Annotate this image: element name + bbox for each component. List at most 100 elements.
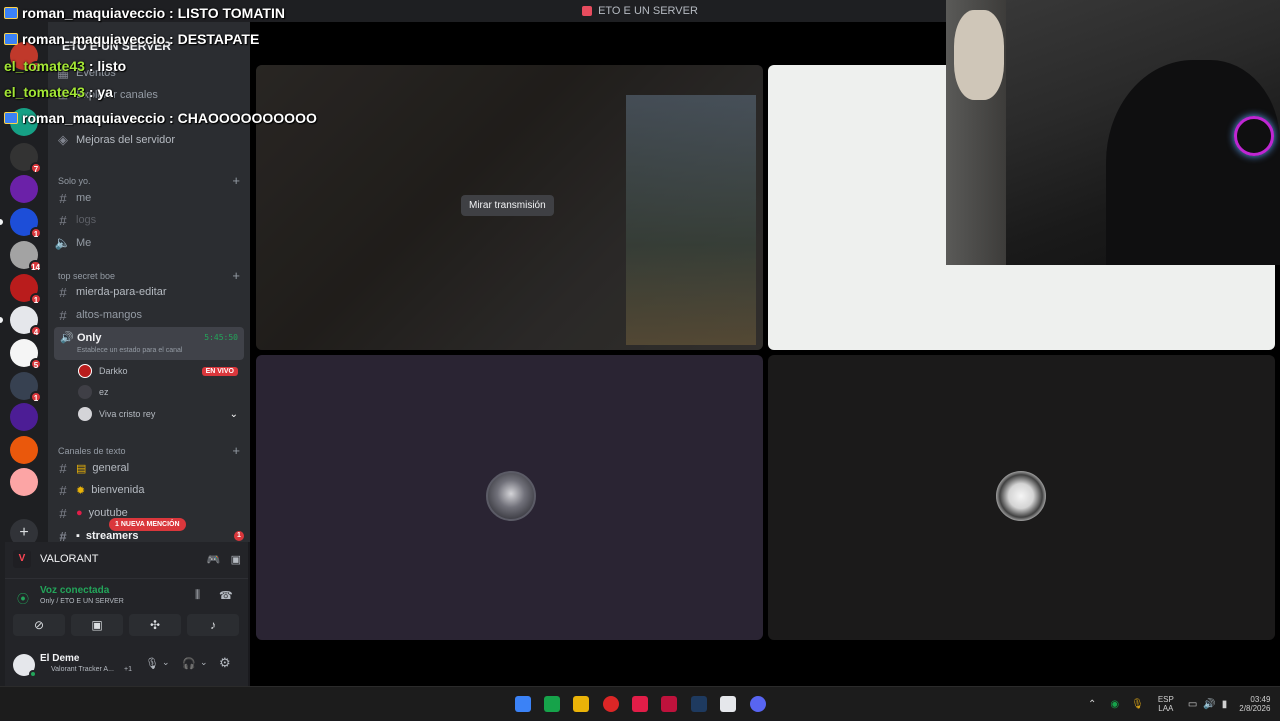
mention-badge: 4 [30, 325, 42, 337]
server-8[interactable]: 4 [0, 306, 42, 337]
boosts-label: Mejoras del servidor [76, 134, 176, 146]
mention-badge: 1 [30, 391, 42, 403]
store-icon[interactable] [720, 696, 736, 712]
app-icon[interactable] [603, 696, 619, 712]
voice-tile-user[interactable] [256, 355, 763, 640]
camera-off-button[interactable]: ⊘ [13, 614, 65, 636]
category-solo[interactable]: Solo yo. + [58, 173, 240, 188]
server-3[interactable]: 7 [10, 143, 42, 174]
voice-status-text[interactable]: Establece un estado para el canal [77, 347, 182, 354]
user-status: Valorant Tracker A... [51, 666, 114, 673]
chevron-down-icon[interactable]: ⌄ [162, 657, 170, 668]
gear-icon[interactable]: ⚙ [219, 655, 231, 671]
chat-separator: : [165, 31, 178, 47]
channel-me[interactable]: # me [54, 188, 244, 208]
chat-user: roman_maquiaveccio [22, 5, 166, 21]
live-badge: EN VIVO [201, 366, 238, 376]
channel-label: altos-mangos [76, 309, 143, 321]
valorant-icon[interactable] [632, 696, 648, 712]
user-status-extra: +1 [124, 666, 132, 673]
server-lml[interactable] [10, 436, 38, 464]
windows-start-icon[interactable] [515, 696, 531, 712]
server-6[interactable]: 14 [10, 241, 42, 272]
add-channel-icon[interactable]: + [232, 173, 240, 188]
webcam-person [1106, 60, 1280, 265]
add-channel-icon[interactable]: + [232, 443, 240, 458]
steam-icon[interactable] [691, 696, 707, 712]
avatar [78, 407, 92, 421]
unread-indicator [0, 219, 3, 225]
server-11[interactable] [10, 403, 38, 431]
soundboard-button[interactable]: ♪ [187, 614, 239, 636]
volume-icon[interactable]: 🔊 [1203, 699, 1215, 710]
language-indicator[interactable]: ESP LAA [1158, 695, 1174, 713]
chat-text: LISTO TOMATIN [177, 5, 285, 21]
voice-channel-me[interactable]: 🔈 Me [54, 233, 244, 253]
channel-label: me [76, 192, 92, 204]
voice-timer: 5:45:50 [204, 333, 238, 342]
voice-user-darkko[interactable]: Darkko EN VIVO [78, 361, 238, 381]
game-name: VALORANT [40, 553, 99, 565]
server-10[interactable]: 1 [10, 372, 42, 403]
server-13[interactable] [10, 468, 38, 496]
chat-user: el_tomate43 [4, 58, 85, 74]
chevron-down-icon[interactable]: ⌄ [200, 657, 208, 668]
game-activity[interactable]: V VALORANT 🎮 ▣ [13, 548, 241, 570]
server-4[interactable] [10, 175, 38, 203]
chat-message: el_tomate43 : ya [4, 82, 113, 102]
avatar [78, 385, 92, 399]
server-5[interactable]: 1 [0, 208, 42, 239]
tray-app-icon[interactable]: ◉ [1110, 699, 1119, 710]
channel-general[interactable]: # ▤ general [54, 458, 244, 478]
controller-icon[interactable]: 🎮 [207, 553, 221, 566]
chat-text: DESTAPATE [177, 31, 260, 47]
screen-icon[interactable]: ▣ [231, 553, 241, 566]
battery-icon[interactable]: ▮ [1222, 699, 1228, 710]
server-9[interactable]: 5 [10, 339, 42, 370]
server-boosts-item[interactable]: ◈ Mejoras del servidor [54, 130, 244, 150]
category-texto[interactable]: Canales de texto + [58, 443, 240, 458]
chat-user: roman_maquiaveccio [22, 31, 166, 47]
channel-streamers[interactable]: # ▪ streamers 1 [54, 526, 244, 542]
server-7[interactable]: 1 [10, 274, 42, 305]
riot-icon[interactable] [661, 696, 677, 712]
voice-user-ez[interactable]: ez [78, 382, 238, 402]
network-icon[interactable]: ▭ [1188, 699, 1197, 710]
add-channel-icon[interactable]: + [232, 268, 240, 283]
stream-background [626, 95, 756, 345]
voice-channel-only[interactable]: 🔊 Only 5:45:50 Establece un estado para … [54, 327, 244, 360]
chevron-down-icon[interactable]: ⌄ [230, 409, 238, 420]
category-topsecret[interactable]: top secret boe + [58, 268, 240, 283]
avatar [486, 471, 536, 521]
clock[interactable]: 03:49 2/8/2026 [1239, 695, 1270, 713]
channel-mierda-para-editar[interactable]: # mierda-para-editar [54, 282, 244, 302]
soundwave-icon[interactable]: ⫼ [195, 589, 200, 602]
unread-badge: 1 [234, 531, 244, 541]
share-screen-button[interactable]: ▣ [71, 614, 123, 636]
channel-label: logs [76, 214, 97, 226]
voice-location[interactable]: Only / ETO E UN SERVER [40, 598, 124, 605]
discord-icon[interactable] [750, 696, 766, 712]
watch-stream-button[interactable]: Mirar transmisión [461, 195, 554, 216]
voice-tile-user[interactable] [768, 355, 1275, 640]
channel-altos-mangos[interactable]: # altos-mangos [54, 305, 244, 325]
channel-bienvenida[interactable]: # ✹ bienvenida [54, 480, 244, 500]
chat-overlay: roman_maquiaveccio : LISTO TOMATIN roman… [0, 0, 360, 130]
username[interactable]: El Deme [40, 653, 79, 664]
xbox-icon[interactable] [544, 696, 560, 712]
chevron-up-icon[interactable]: ⌃ [1088, 699, 1096, 710]
headphones-icon[interactable]: 🎧 [182, 657, 196, 670]
channel-logs[interactable]: # logs [54, 210, 244, 230]
microphone-icon[interactable]: 🎙 [1131, 699, 1144, 710]
microphone-icon[interactable]: 🎙 [145, 657, 159, 670]
scroll-icon: ▤ [76, 462, 87, 475]
disconnect-icon[interactable]: ☎ [219, 589, 233, 602]
hash-icon: # [59, 307, 67, 323]
voice-user-viva-cristo-rey[interactable]: Viva cristo rey ⌄ [78, 404, 238, 424]
activities-button[interactable]: ✣ [129, 614, 181, 636]
clock-date: 2/8/2026 [1239, 704, 1271, 713]
voice-connected-status[interactable]: Voz conectada [40, 585, 109, 596]
youtube-icon: ● [76, 507, 83, 519]
file-explorer-icon[interactable] [573, 696, 589, 712]
window-title: ETO E UN SERVER [598, 5, 698, 17]
